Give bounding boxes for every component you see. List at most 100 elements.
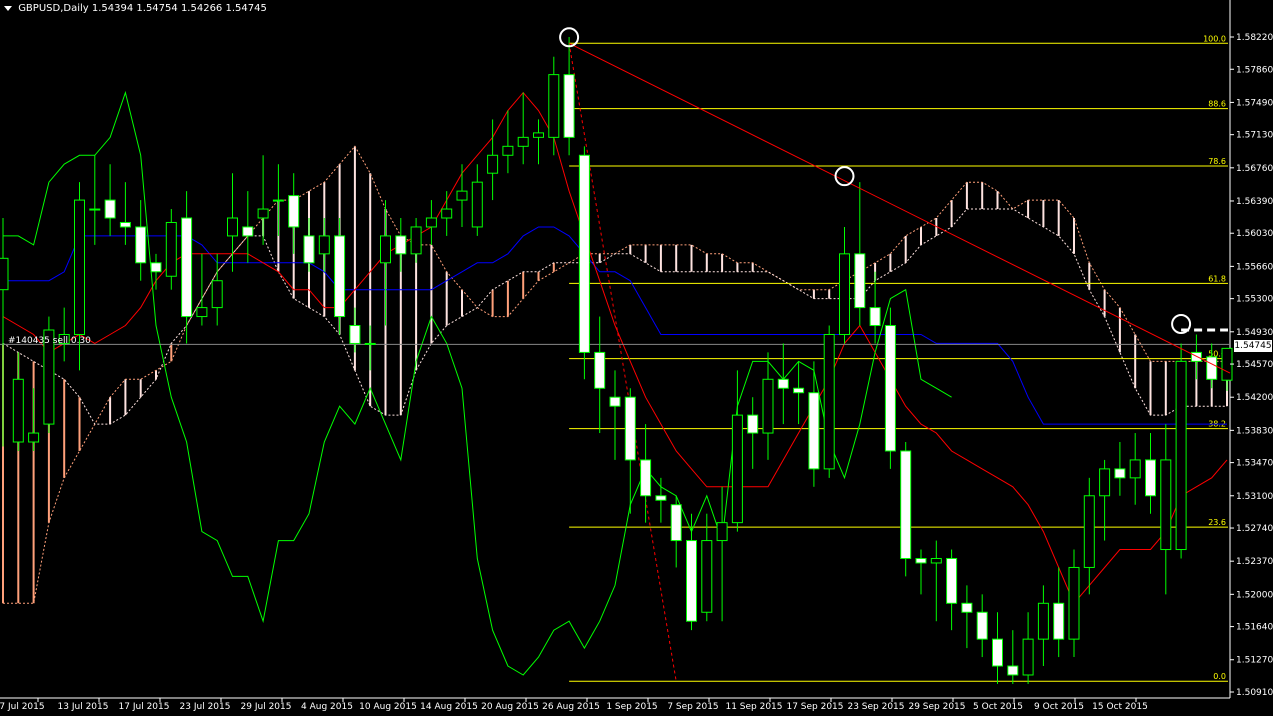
candle-body xyxy=(992,638,1003,667)
candle-body xyxy=(303,235,315,264)
candle-body xyxy=(1129,459,1141,479)
candle-body xyxy=(165,221,177,277)
candle-body xyxy=(670,504,682,542)
candle-body xyxy=(150,262,162,273)
candle-body xyxy=(777,378,789,389)
candle-body xyxy=(1007,665,1019,676)
candle-body xyxy=(104,199,116,219)
y-tick-label: 1.55660 xyxy=(1236,262,1273,272)
candle-body xyxy=(364,342,376,345)
candle-body xyxy=(1022,638,1034,676)
candle-body xyxy=(395,235,407,255)
candle-body xyxy=(12,378,24,443)
candle-body xyxy=(884,325,896,452)
candle-body xyxy=(425,217,437,228)
candle-body xyxy=(89,208,101,211)
y-tick-label: 1.51640 xyxy=(1236,623,1273,633)
dropdown-triangle-icon[interactable] xyxy=(4,5,12,11)
candle-body xyxy=(242,226,254,237)
fibonacci-level-label: 0.0 xyxy=(1213,672,1226,681)
x-tick-label: 29 Jul 2015 xyxy=(241,702,292,712)
chart-header: GBPUSD,Daily 1.54394 1.54754 1.54266 1.5… xyxy=(4,3,267,14)
candle-body xyxy=(793,387,805,394)
candle-body xyxy=(961,602,973,613)
y-tick-label: 1.57130 xyxy=(1236,131,1273,141)
candle-body xyxy=(74,199,85,335)
order-label: #140435 sell 0.30 xyxy=(8,336,91,346)
y-tick-label: 1.53830 xyxy=(1236,426,1273,436)
candle-body xyxy=(517,136,529,147)
y-tick-label: 1.51270 xyxy=(1236,656,1273,666)
y-tick-label: 1.54930 xyxy=(1236,328,1273,338)
candle-body xyxy=(119,221,131,228)
candle-body xyxy=(349,325,361,344)
candle-body xyxy=(0,257,9,291)
candle-body xyxy=(747,414,759,434)
y-tick-label: 1.56390 xyxy=(1236,197,1273,207)
candle-body xyxy=(701,540,713,613)
x-tick-label: 14 Aug 2015 xyxy=(420,702,478,712)
x-tick-label: 9 Oct 2015 xyxy=(1034,702,1084,712)
candle-body xyxy=(441,208,453,219)
x-tick-label: 5 Oct 2015 xyxy=(973,702,1023,712)
candle-body xyxy=(487,154,499,174)
candle-body xyxy=(946,557,958,604)
fibonacci-level-label: 23.6 xyxy=(1208,518,1226,527)
x-tick-label: 4 Aug 2015 xyxy=(301,702,353,712)
candle-body xyxy=(1099,468,1111,497)
x-tick-label: 23 Jul 2015 xyxy=(180,702,231,712)
y-tick-label: 1.50910 xyxy=(1236,688,1273,698)
y-tick-label: 1.54570 xyxy=(1236,360,1273,370)
symbol-label: GBPUSD,Daily xyxy=(18,3,89,14)
x-tick-label: 1 Sep 2015 xyxy=(606,702,657,712)
candle-body xyxy=(318,235,330,255)
candle-body xyxy=(1160,459,1172,551)
y-tick-label: 1.54200 xyxy=(1236,393,1273,403)
candle-body xyxy=(181,217,193,318)
price-chart[interactable]: 100.088.678.661.850.038.223.60.01.582201… xyxy=(0,0,1273,716)
candle-body xyxy=(1206,356,1218,380)
current-price-box: 1.54745 xyxy=(1234,340,1272,352)
fibonacci-level-label: 100.0 xyxy=(1203,34,1226,43)
candle-body xyxy=(839,253,850,335)
x-tick-label: 7 Jul 2015 xyxy=(0,702,45,712)
candle-body xyxy=(227,217,238,237)
y-tick-label: 1.52370 xyxy=(1236,557,1273,567)
y-tick-label: 1.55300 xyxy=(1236,295,1273,305)
y-tick-label: 1.53470 xyxy=(1236,459,1273,469)
x-tick-label: 13 Jul 2015 xyxy=(58,702,109,712)
highlight-circle xyxy=(834,166,855,187)
candle-body xyxy=(594,351,606,389)
candle-body xyxy=(563,74,575,138)
candle-body xyxy=(1037,602,1049,640)
candle-body xyxy=(533,132,544,138)
x-tick-label: 23 Sep 2015 xyxy=(847,702,904,712)
y-tick-label: 1.57860 xyxy=(1236,65,1273,75)
candle-body xyxy=(1083,495,1095,568)
y-tick-label: 1.53100 xyxy=(1236,492,1273,502)
y-tick-label: 1.57490 xyxy=(1236,98,1273,108)
candle-body xyxy=(976,611,988,640)
fibonacci-level-label: 88.6 xyxy=(1208,100,1226,109)
fibonacci-trendline xyxy=(568,43,677,682)
candle-body xyxy=(257,208,269,219)
candle-body xyxy=(196,307,208,318)
candle-body xyxy=(915,557,927,564)
candle-body xyxy=(28,432,40,443)
candle-body xyxy=(1068,566,1080,640)
candle-body xyxy=(1114,468,1126,479)
candle-body xyxy=(762,378,774,434)
fibonacci-level-label: 61.8 xyxy=(1208,274,1226,283)
candle-body xyxy=(716,522,728,542)
x-tick-label: 29 Sep 2015 xyxy=(908,702,965,712)
candle-body xyxy=(502,145,514,156)
x-tick-label: 11 Sep 2015 xyxy=(725,702,782,712)
candle-body xyxy=(380,235,391,264)
candle-body xyxy=(1175,360,1187,551)
trendline xyxy=(568,42,1231,374)
ohlc-label: 1.54394 1.54754 1.54266 1.54745 xyxy=(91,3,267,14)
candle-body xyxy=(288,195,300,228)
candle-body xyxy=(456,190,468,201)
candle-body xyxy=(900,450,912,559)
x-tick-label: 17 Jul 2015 xyxy=(119,702,170,712)
